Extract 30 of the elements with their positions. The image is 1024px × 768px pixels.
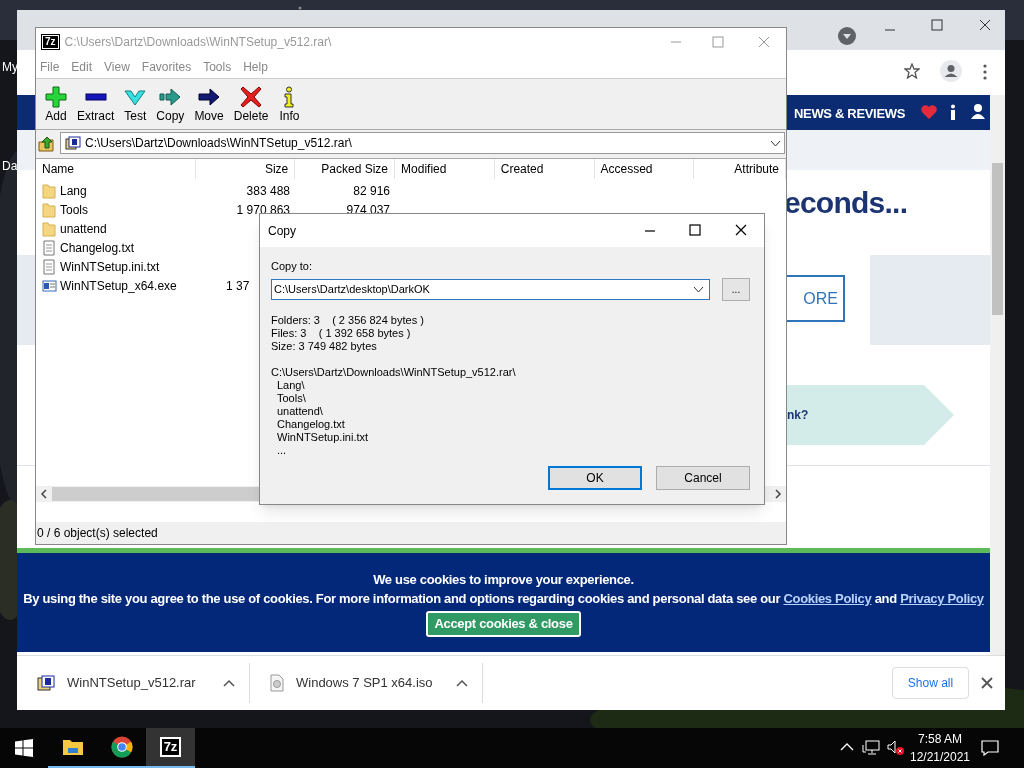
- item-path: Tools\: [276, 392, 307, 405]
- item-path: unattend\: [276, 405, 324, 418]
- item-path: C:\Users\Dartz\Downloads\WinNTSetup_v512.rar\: [271, 366, 517, 379]
- window-title: C:\Users\Dartz\Downloads\WinNTSetup_v512.rar\: [64, 34, 332, 51]
- app-logo: 7z: [42, 35, 59, 49]
- item-path: WinNTSetup.ini.txt: [276, 431, 370, 444]
- download-name: Windows 7 SP1 x64.iso: [296, 674, 434, 693]
- file-size: 383 488: [245, 182, 291, 200]
- promo-text: nk?: [787, 407, 809, 424]
- dialog-title: Copy: [268, 222, 296, 240]
- file-name: WinNTSetup.ini.txt: [60, 258, 160, 276]
- status-text: 0 / 6 object(s) selected: [37, 525, 158, 542]
- file-name: Changelog.txt: [60, 239, 135, 257]
- file-name: unattend: [60, 220, 107, 238]
- field-label: Copy to:: [271, 259, 313, 273]
- download-name: WinNTSetup_v512.rar: [67, 674, 197, 693]
- headline: econds...: [784, 188, 908, 218]
- file-name: Tools: [60, 201, 88, 219]
- packed-size: 82 916: [352, 182, 391, 200]
- item-path: ...: [276, 444, 288, 457]
- summary-line: Folders: 3 ( 2 356 824 bytes ): [271, 314, 425, 327]
- file-name: Lang: [60, 182, 87, 200]
- cookie-title: We use cookies to improve your experience.: [373, 571, 634, 589]
- app-logo: 7z: [159, 737, 182, 757]
- item-path: Changelog.txt: [276, 418, 346, 431]
- summary-line: Files: 3 ( 1 392 658 bytes ): [271, 327, 412, 340]
- item-path: Lang\: [276, 379, 306, 392]
- summary-line: Size: 3 749 482 bytes: [271, 340, 378, 353]
- cookie-text: By using the site you agree to the use of cookies. For more information and options regarding cookies and personal data see our Cookies Policy and Privacy Policy: [23, 590, 984, 608]
- file-name: WinNTSetup_x64.exe: [60, 277, 177, 295]
